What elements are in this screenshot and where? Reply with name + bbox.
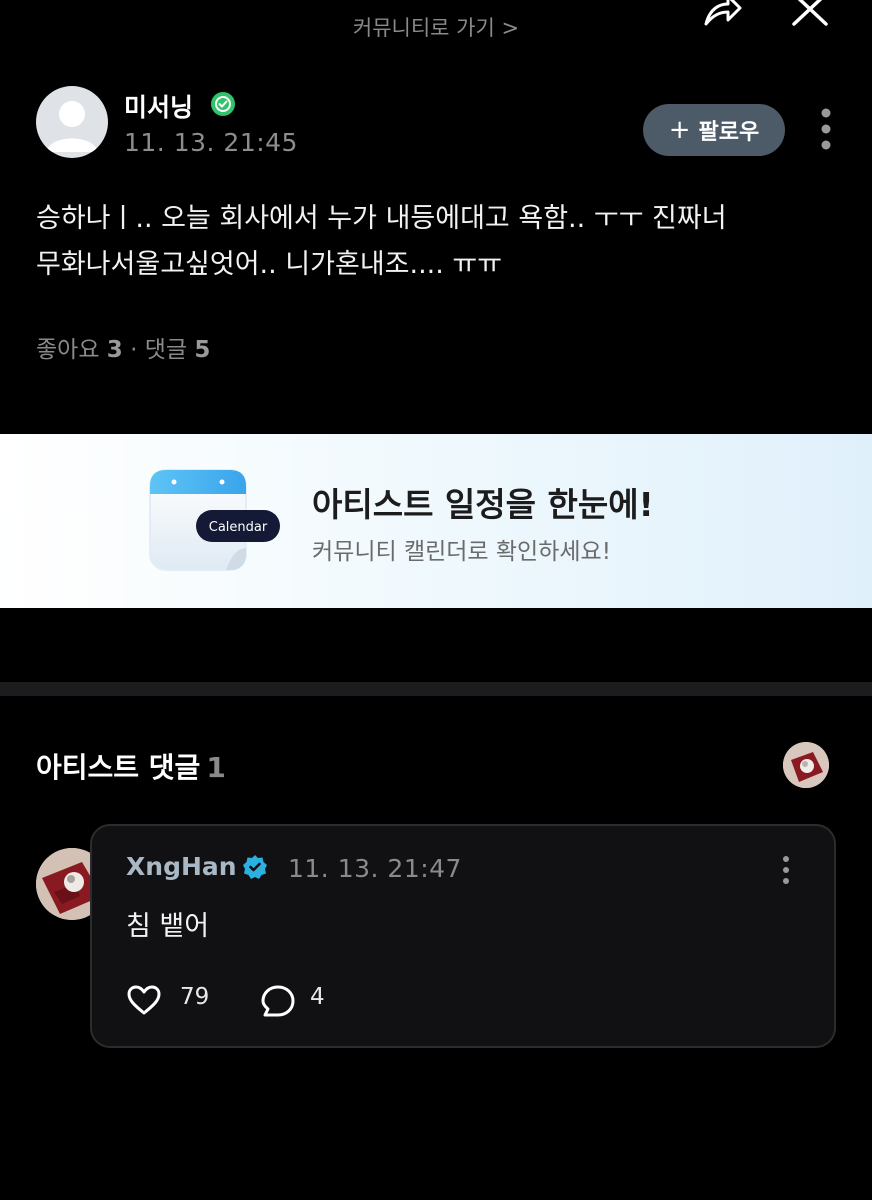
calendar-badge-label: Calendar xyxy=(209,520,268,535)
heart-icon[interactable] xyxy=(126,984,162,1016)
artist-avatar-small[interactable] xyxy=(783,742,829,788)
follow-label: 팔로우 xyxy=(698,120,760,145)
post-body: 승하나ㅣ.. 오늘 회사에서 누가 내등에대고 욕함.. ㅜㅜ 진짜너 무화나서… xyxy=(36,196,836,288)
verified-badge-icon xyxy=(211,92,235,116)
calendar-promo-banner[interactable]: Calendar 아티스트 일정을 한눈에! 커뮤니티 캘린더로 확인하세요! xyxy=(0,434,872,608)
banner-title: 아티스트 일정을 한눈에! xyxy=(312,485,654,524)
share-icon[interactable] xyxy=(702,0,742,28)
post-timestamp: 11. 13. 21:45 xyxy=(124,128,298,157)
author-name[interactable]: 미서닝 xyxy=(124,88,193,124)
likes-label[interactable]: 좋아요 xyxy=(36,337,99,363)
comments-count: 5 xyxy=(194,337,211,363)
avatar[interactable] xyxy=(36,86,108,158)
reply-bubble-icon[interactable] xyxy=(260,984,296,1018)
default-user-icon xyxy=(46,101,98,152)
calendar-illustration-icon: Calendar xyxy=(149,469,280,571)
comment-timestamp: 11. 13. 21:47 xyxy=(288,854,462,883)
artist-comments-title: 아티스트 댓글 1 xyxy=(36,746,226,786)
artist-comments-label: 아티스트 댓글 xyxy=(36,751,201,784)
post-body-line: 무화나서울고싶엇어.. 니가혼내조.... ㅠㅠ xyxy=(36,249,503,280)
likes-count: 3 xyxy=(106,337,123,363)
artist-comment-card: XngHan 11. 13. 21:47 침 뱉어 79 4 xyxy=(90,824,836,1048)
post-stats: 좋아요 3 · 댓글 5 xyxy=(36,330,210,364)
artist-photo-icon xyxy=(783,742,829,788)
artist-comments-count: 1 xyxy=(206,751,226,784)
plus-icon: + xyxy=(668,115,691,145)
post-body-line: 승하나ㅣ.. 오늘 회사에서 누가 내등에대고 욕함.. ㅜㅜ 진짜너 xyxy=(36,203,727,234)
post-header: 미서닝 11. 13. 21:45 + 팔로우 xyxy=(36,86,836,162)
comment-author-name[interactable]: XngHan xyxy=(126,852,237,881)
like-count: 79 xyxy=(180,984,210,1010)
follow-button[interactable]: + 팔로우 xyxy=(643,104,785,156)
stats-separator: · xyxy=(130,337,138,363)
top-bar: 커뮤니티로 가기 > xyxy=(0,0,872,60)
verified-badge-icon xyxy=(243,855,267,879)
more-options-icon[interactable] xyxy=(780,854,792,886)
comment-actions: 79 4 xyxy=(126,982,426,1018)
reply-count: 4 xyxy=(310,984,325,1010)
close-icon[interactable] xyxy=(790,0,830,28)
section-divider xyxy=(0,682,872,696)
comments-label[interactable]: 댓글 xyxy=(145,337,187,363)
comment-text: 침 뱉어 xyxy=(126,911,210,942)
more-options-icon[interactable] xyxy=(818,106,834,152)
banner-subtitle: 커뮤니티 캘린더로 확인하세요! xyxy=(312,539,611,565)
